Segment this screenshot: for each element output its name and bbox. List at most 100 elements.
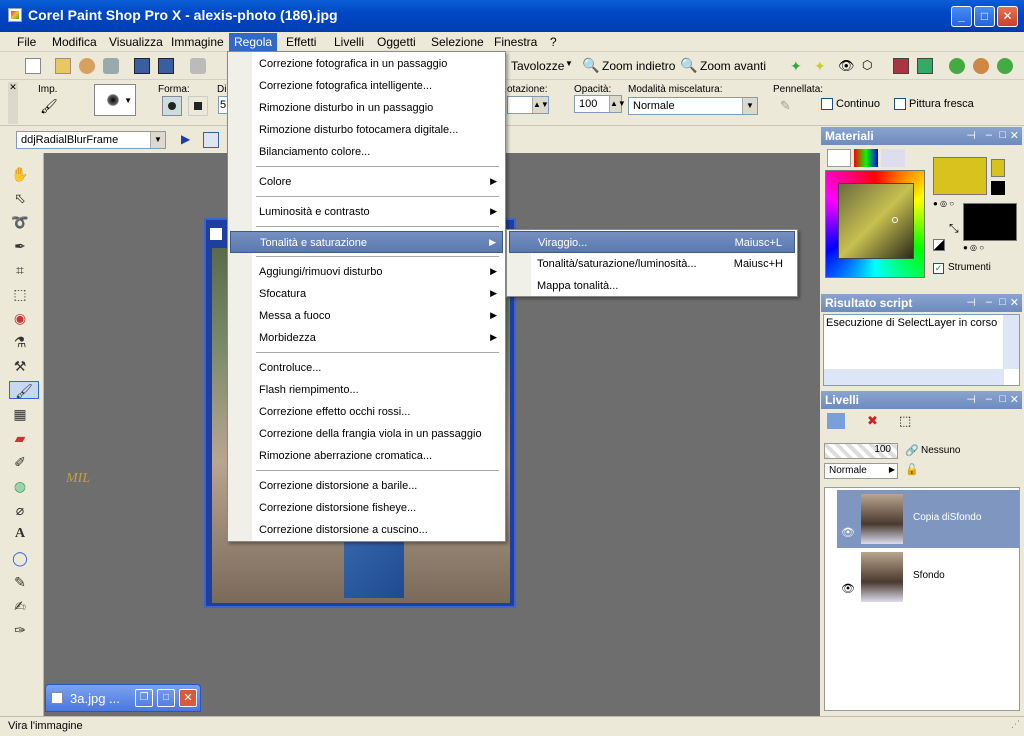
color-picker-marker[interactable]	[892, 217, 898, 223]
paint-brush-tool-icon[interactable]: 🖌	[9, 381, 39, 399]
edit-script-icon[interactable]	[203, 132, 219, 148]
menu-regola[interactable]: Regola	[229, 33, 278, 51]
stroke-icon[interactable]: ✎	[780, 98, 791, 114]
layer-blend-select[interactable]: Normale ▶	[824, 463, 898, 479]
perspective-tool-icon[interactable]: ⬚	[10, 285, 30, 303]
pittura-fresca-checkbox[interactable]	[894, 98, 906, 110]
scan-icon[interactable]	[103, 58, 119, 74]
layer-row[interactable]: Copia diSfondo 👁	[837, 490, 1019, 548]
rotation-field[interactable]: ▲▼	[507, 96, 549, 114]
tab-swatches[interactable]	[881, 149, 905, 167]
oil-brush-tool-icon[interactable]: ✍	[10, 597, 30, 615]
pin-icon[interactable]: ⊣	[966, 129, 976, 142]
menu-item-smart-photo-fix[interactable]: Correzione fotografica intelligente...	[230, 75, 503, 97]
menu-item-hue-saturation[interactable]: Tonalità e saturazione ▶	[230, 231, 503, 253]
menu-item-fill-flash[interactable]: Flash riempimento...	[230, 379, 503, 401]
continuo-checkbox[interactable]	[821, 98, 833, 110]
menu-item-backlighting[interactable]: Controluce...	[230, 357, 503, 379]
menu-visualizza[interactable]: Visualizza	[109, 35, 163, 49]
menu-item-purple-fringe[interactable]: Correzione della frangia viola in un pas…	[230, 423, 503, 445]
menu-effetti[interactable]: Effetti	[286, 35, 316, 49]
save-as-icon[interactable]	[158, 58, 174, 74]
minimized-document[interactable]: 3a.jpg ... ❐ □ ✕	[45, 684, 201, 712]
pen-tool-icon[interactable]: ✎	[10, 573, 30, 591]
person-green-icon[interactable]	[949, 58, 965, 74]
close-icon[interactable]: ✕	[8, 82, 18, 124]
chevron-down-icon[interactable]: ▼	[124, 96, 132, 105]
pick-tool-icon[interactable]: ⬁	[10, 189, 30, 207]
menu-modifica[interactable]: Modifica	[52, 35, 97, 49]
app-icon[interactable]	[8, 8, 22, 22]
menu-oggetti[interactable]: Oggetti	[377, 35, 416, 49]
swap-icon[interactable]: ⤡	[949, 221, 959, 236]
close-icon[interactable]: ✕	[1010, 393, 1019, 406]
color-square[interactable]	[838, 183, 914, 259]
menu-item-digital-noise-removal[interactable]: Rimozione disturbo fotocamera digitale..…	[230, 119, 503, 141]
blend-mode-select[interactable]: Normale ▼	[628, 97, 758, 115]
close-icon[interactable]: ✕	[1010, 129, 1019, 142]
reset-colors-icon[interactable]	[933, 239, 945, 251]
dropper-tool-icon[interactable]: ✒	[10, 237, 30, 255]
tavolozze-button[interactable]: Tavolozze	[511, 59, 564, 73]
delete-layer-icon[interactable]: ✖	[867, 413, 878, 429]
style-buttons[interactable]: ● ◎ ○	[933, 199, 959, 211]
layer-properties-icon[interactable]: ⬚	[899, 413, 911, 429]
brush-preset-icon[interactable]: 🖌	[40, 98, 58, 115]
menu-item-hue-sat-lightness[interactable]: Tonalità/saturazione/luminosità... Maiusc…	[509, 253, 795, 275]
menu-item-color-balance[interactable]: Bilanciamento colore...	[230, 141, 503, 163]
menu-finestra[interactable]: Finestra	[494, 35, 537, 49]
new-icon[interactable]	[25, 58, 41, 74]
smudge-tool-icon[interactable]: ✑	[10, 621, 30, 639]
red-eye-tool-icon[interactable]: ◉	[10, 309, 30, 327]
menu-item-softness[interactable]: Morbidezza ▶	[230, 327, 503, 349]
minimize-button[interactable]: _	[951, 6, 972, 27]
menu-immagine[interactable]: Immagine	[171, 35, 224, 49]
chevron-right-icon[interactable]: ▶	[889, 465, 895, 474]
menu-item-blur[interactable]: Sfocatura ▶	[230, 283, 503, 305]
browse-icon[interactable]	[79, 58, 95, 74]
fg-small-swatch[interactable]	[991, 159, 1005, 177]
vertical-scrollbar[interactable]	[1003, 315, 1019, 369]
color-wheel[interactable]	[825, 170, 925, 278]
sparkle-2-icon[interactable]: ✦	[814, 58, 830, 74]
shape-tool-icon[interactable]: ◯	[10, 549, 30, 567]
text-tool-icon[interactable]: A	[10, 525, 30, 543]
minimize-icon[interactable]: –	[986, 296, 992, 308]
clone-tool-icon[interactable]: ⚒	[10, 357, 30, 375]
strumenti-checkbox[interactable]: ✓	[933, 263, 944, 274]
close-button[interactable]: ✕	[997, 6, 1018, 27]
eye-icon[interactable]: 👁	[841, 582, 855, 595]
menu-item-red-eye[interactable]: Correzione effetto occhi rossi...	[230, 401, 503, 423]
lock-icon[interactable]: 🔓	[905, 463, 919, 476]
open-icon[interactable]	[55, 58, 71, 74]
blend-nessuno-label[interactable]: Nessuno	[921, 445, 960, 456]
layer-opacity-field[interactable]: 100	[824, 443, 898, 459]
makeover-tool-icon[interactable]: ⚗	[10, 333, 30, 351]
image-window-icon[interactable]	[210, 228, 222, 240]
menu-item-colore[interactable]: Colore ▶	[230, 171, 503, 193]
dodge-tool-icon[interactable]: ▦	[10, 405, 30, 423]
chevron-down-icon[interactable]: ▼	[150, 132, 165, 148]
picture-tube-tool-icon[interactable]: ✐	[10, 453, 30, 471]
cube-icon[interactable]: ⬡	[862, 58, 878, 74]
pan-tool-icon[interactable]: ✋	[10, 165, 30, 183]
shape-round-button[interactable]	[162, 96, 182, 116]
minimize-icon[interactable]: –	[986, 393, 992, 405]
zoom-out-icon[interactable]: 🔍	[582, 57, 599, 74]
zoom-out-button[interactable]: Zoom indietro	[602, 59, 675, 73]
menu-item-fisheye-distortion[interactable]: Correzione distorsione fisheye...	[230, 497, 503, 519]
close-icon[interactable]: ✕	[1010, 296, 1019, 309]
layer-row[interactable]: Sfondo 👁	[837, 550, 1019, 604]
menu-selezione[interactable]: Selezione	[431, 35, 484, 49]
maximize-button[interactable]: □	[974, 6, 995, 27]
chevron-down-icon[interactable]: ▼	[742, 98, 757, 114]
person-icon[interactable]	[997, 58, 1013, 74]
minimize-icon[interactable]: –	[986, 129, 992, 141]
menu-item-hue-map[interactable]: Mappa tonalità...	[509, 275, 795, 297]
script-select[interactable]: ddjRadialBlurFrame ▼	[16, 131, 166, 149]
bg-small-swatch[interactable]	[991, 181, 1005, 195]
tab-frame[interactable]	[827, 149, 851, 167]
zoom-in-icon[interactable]: 🔍	[680, 57, 697, 74]
menu-item-one-step-photo-fix[interactable]: Correzione fotografica in un passaggio	[230, 53, 503, 75]
play-icon[interactable]: ▶	[181, 132, 190, 146]
